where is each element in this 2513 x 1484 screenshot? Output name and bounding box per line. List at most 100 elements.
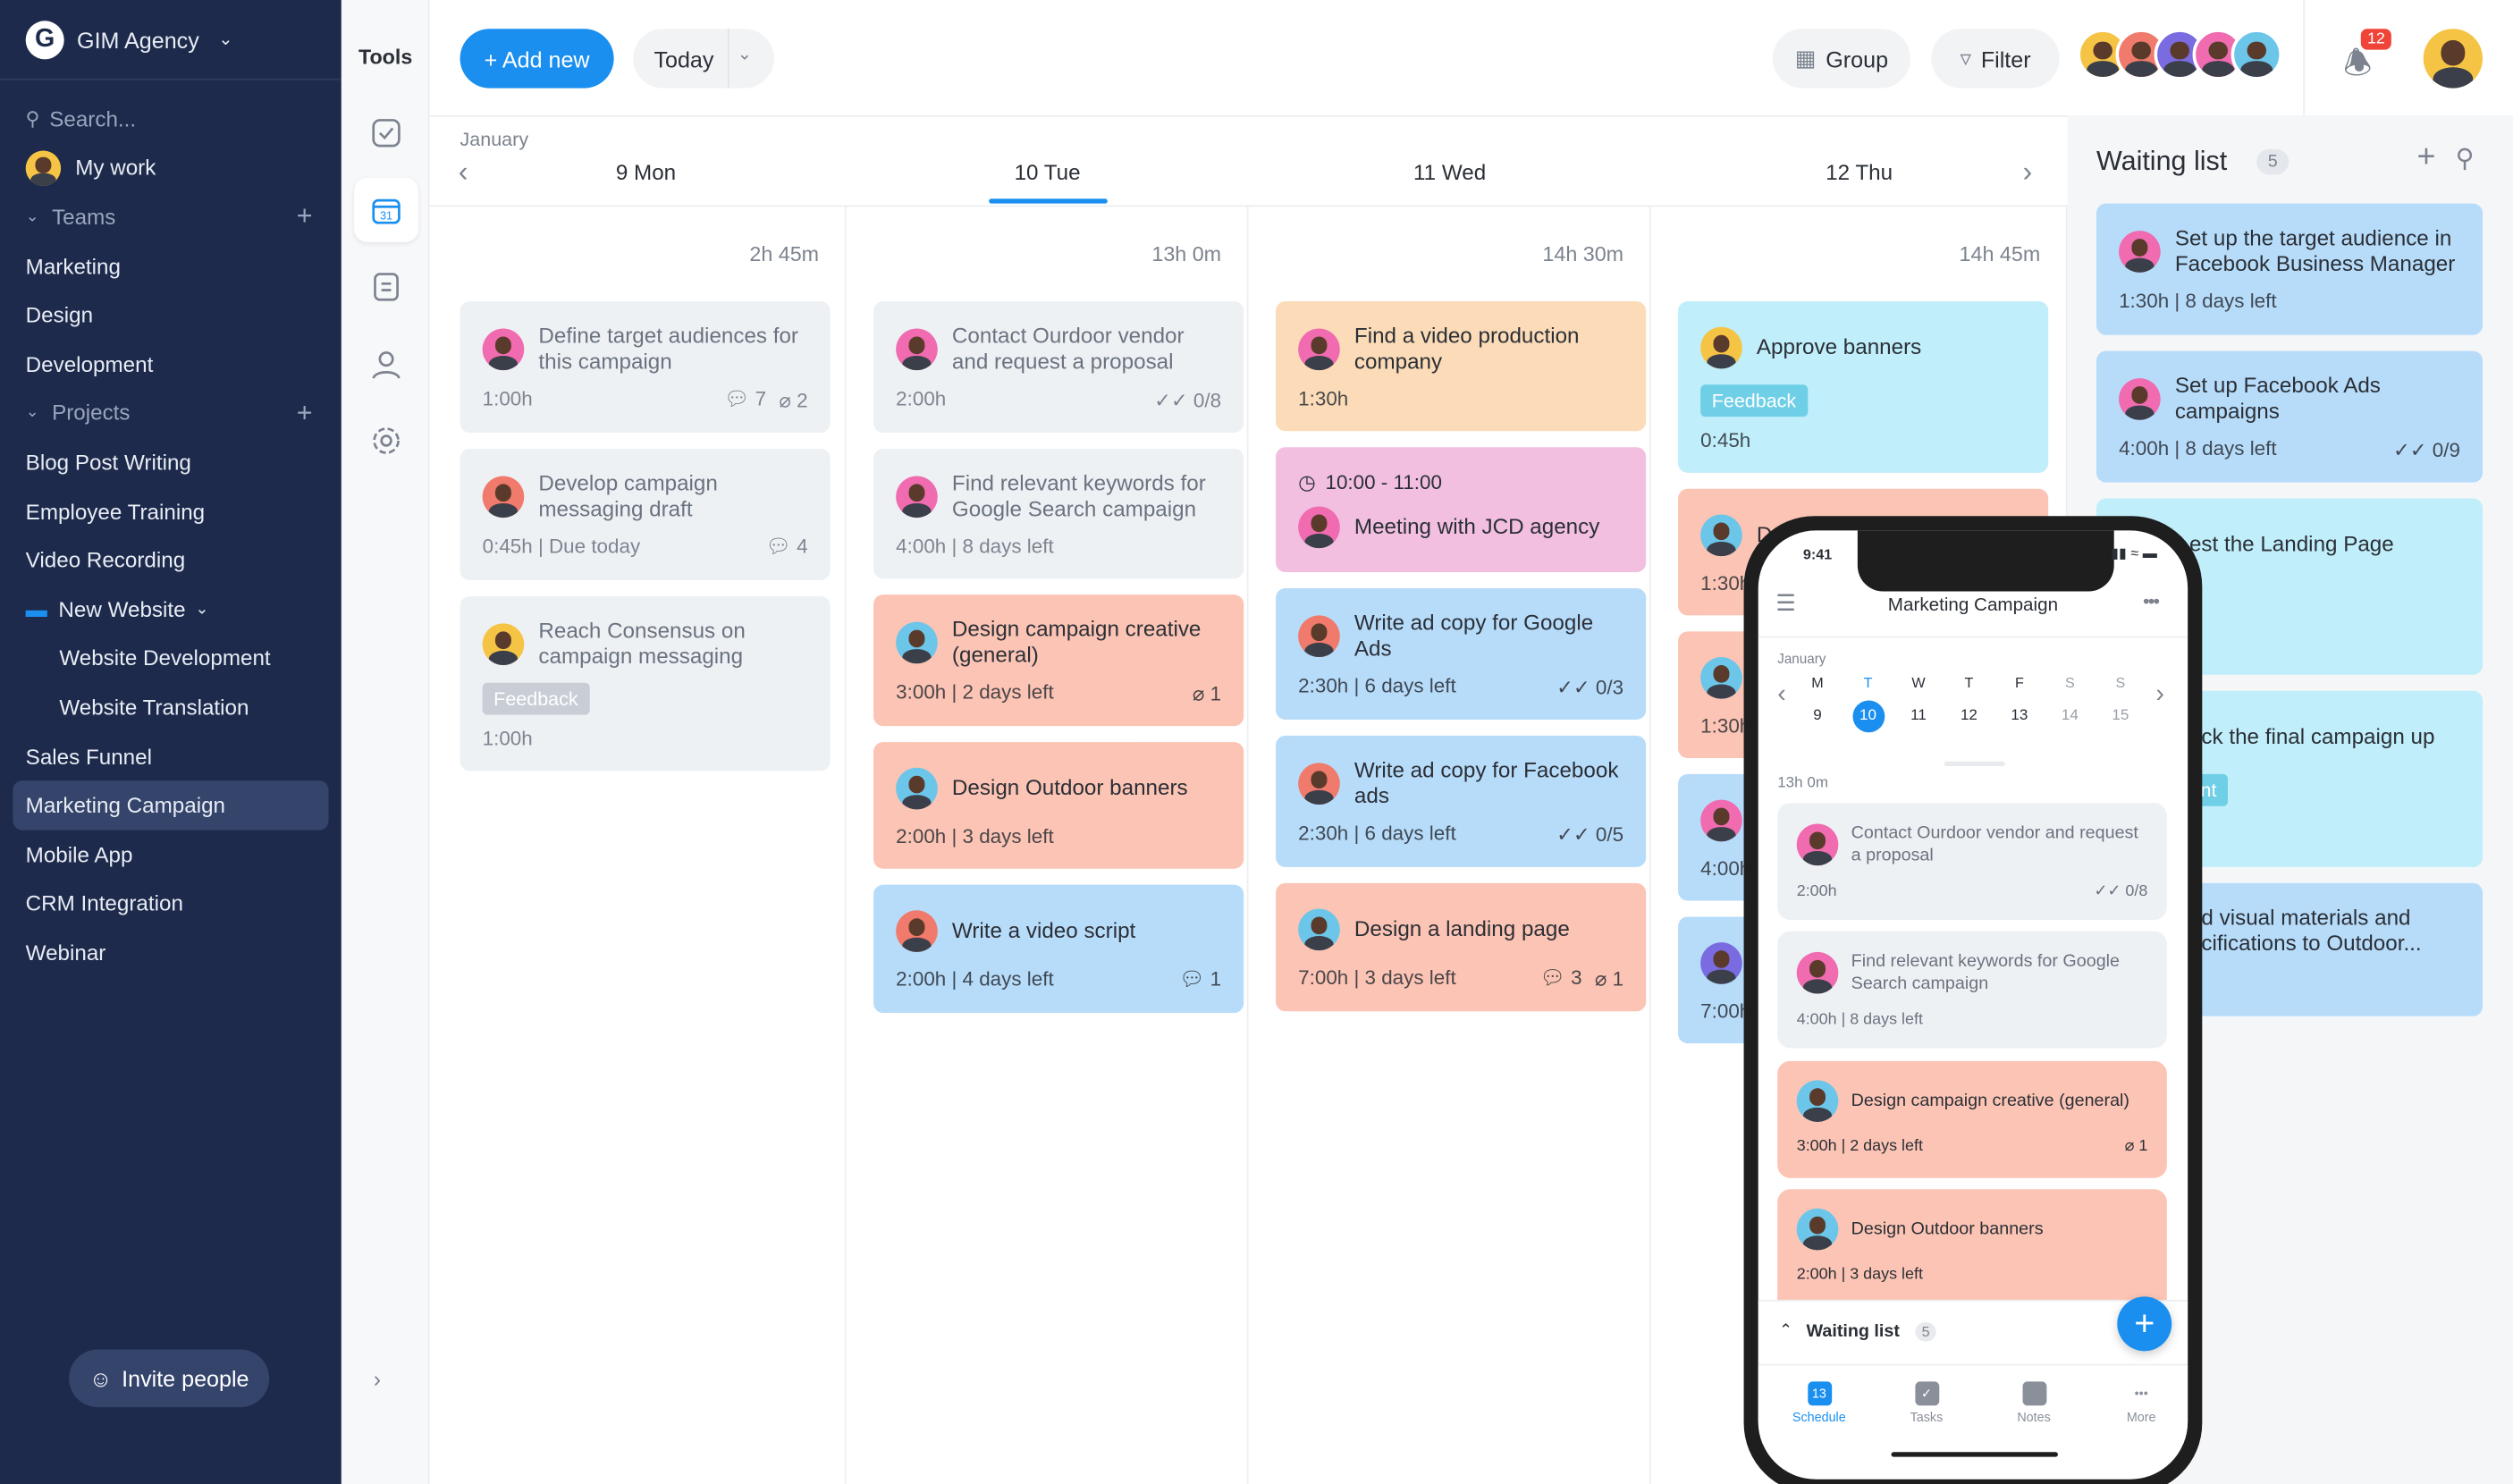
search-icon: ⚲ — [25, 107, 40, 131]
today-button[interactable]: Today ⌄ — [633, 29, 774, 89]
member-avatars[interactable] — [2077, 29, 2282, 80]
chevron-down-icon[interactable]: ⌄ — [738, 43, 753, 64]
sidebar-item-project[interactable]: Marketing Campaign — [13, 780, 329, 831]
task-card[interactable]: Design a landing page 7:00h | 3 days left… — [1276, 882, 1647, 1012]
tab-tasks[interactable]: ✓ Tasks — [1878, 1381, 1975, 1425]
card-meta: 2:00h ✓✓ 0/8 — [1797, 883, 2148, 901]
card-header: Contact Ourdoor vendor and request a pro… — [1796, 822, 2148, 867]
calendar-icon[interactable]: 31 — [354, 178, 418, 242]
day-header[interactable]: 11 Wed — [1413, 160, 1486, 184]
sidebar-item-project[interactable]: Video Recording — [0, 535, 342, 585]
chevron-down-icon[interactable]: ⌄ — [195, 601, 208, 619]
tab-label: Tasks — [1910, 1410, 1944, 1425]
tab-notes[interactable]: Notes — [1986, 1381, 2082, 1425]
task-card[interactable]: Set up Facebook Ads campaigns 4:00h | 8 d… — [2096, 350, 2483, 483]
card-meta: 2:00h | 3 days left — [1797, 1266, 2148, 1284]
sidebar-item-project[interactable]: Blog Post Writing — [0, 438, 342, 487]
day-header[interactable]: 10 Tue — [1015, 160, 1081, 184]
day-header[interactable]: 12 Thu — [1826, 160, 1893, 184]
task-card[interactable]: Design Outdoor banners 2:00h | 3 days lef… — [873, 742, 1244, 869]
prev-arrow-icon[interactable]: ‹ — [459, 156, 468, 190]
projects-section[interactable]: ⌄ Projects + — [0, 389, 342, 438]
sidebar-item-project[interactable]: CRM Integration — [0, 879, 342, 928]
prev-arrow-icon[interactable]: ‹ — [1777, 681, 1786, 710]
checklist-count: 0/5 — [1595, 823, 1624, 847]
card-time-due: 0:45h | Due today — [482, 535, 641, 558]
search-input[interactable]: ⚲ Search... — [0, 95, 342, 144]
day-header[interactable]: 9 Mon — [616, 160, 676, 184]
date-cell[interactable]: 11 — [1902, 700, 1935, 732]
phone-task-card[interactable]: Find relevant keywords for Google Search… — [1777, 931, 2167, 1049]
task-card[interactable]: Write a video script 2:00h | 4 days left 💬… — [873, 884, 1244, 1014]
task-card[interactable]: Design campaign creative (general) 3:00h … — [873, 594, 1244, 727]
task-card[interactable]: Find a video production company 1:30h — [1276, 301, 1647, 432]
add-icon[interactable]: + — [2417, 139, 2436, 176]
sidebar-item-team[interactable]: Design — [0, 291, 342, 340]
sidebar-item-team[interactable]: Development — [0, 340, 342, 389]
date-cell[interactable]: 10 — [1851, 700, 1885, 733]
add-project-icon[interactable]: + — [297, 397, 313, 429]
sidebar-item-project[interactable]: Website Translation — [0, 683, 342, 732]
card-time-due: 2:00h | 4 days left — [896, 967, 1054, 991]
phone-add-button[interactable]: + — [2117, 1296, 2172, 1352]
task-card[interactable]: Write ad copy for Google Ads 2:30h | 6 da… — [1276, 587, 1647, 720]
more-icon[interactable]: ••• — [2143, 590, 2160, 612]
add-team-icon[interactable]: + — [297, 201, 313, 233]
task-card[interactable]: Reach Consensus on campaign messaging Fee… — [460, 595, 831, 772]
task-card[interactable]: Contact Ourdoor vendor and request a pro… — [873, 301, 1244, 434]
sidebar-item-project[interactable]: Sales Funnel — [0, 732, 342, 781]
day-duration: 13h 0m — [1151, 241, 1222, 266]
chevron-down-icon[interactable]: ⌄ — [26, 404, 39, 422]
sidebar-folder[interactable]: ▬ New Website ⌄ — [0, 585, 342, 634]
teams-section[interactable]: ⌄ Teams + — [0, 192, 342, 241]
date-cell[interactable]: 12 — [1953, 700, 1986, 732]
expand-chevron-icon[interactable]: › — [374, 1365, 381, 1391]
task-card[interactable]: Find relevant keywords for Google Search… — [873, 448, 1244, 579]
notes-icon[interactable] — [354, 255, 418, 319]
phone-task-card[interactable]: Contact Ourdoor vendor and request a pro… — [1777, 803, 2167, 921]
task-card[interactable]: Set up the target audience in Facebook B… — [2096, 203, 2483, 335]
sidebar-item-project[interactable]: Mobile App — [0, 831, 342, 880]
date-cell[interactable]: 9 — [1801, 700, 1834, 732]
search-icon[interactable]: ⚲ — [2456, 143, 2475, 175]
next-arrow-icon[interactable]: › — [2023, 156, 2033, 190]
user-avatar[interactable] — [2423, 29, 2483, 89]
chevron-down-icon[interactable]: ⌄ — [26, 208, 39, 226]
chevron-up-icon[interactable]: ⌃ — [1779, 1322, 1792, 1340]
date-cell[interactable]: 15 — [2104, 700, 2137, 732]
task-card[interactable]: Write ad copy for Facebook ads 2:30h | 6 … — [1276, 735, 1647, 867]
settings-icon[interactable] — [354, 409, 418, 473]
comment-icon: 💬︎ — [1178, 967, 1210, 991]
task-card[interactable]: ◷ 10:00 - 11:00 Meeting with JCD agency — [1276, 447, 1647, 573]
workspace-switcher[interactable]: G GIM Agency ⌄ — [0, 0, 342, 80]
card-header: Design campaign creative (general) — [1796, 1080, 2148, 1122]
phone-task-card[interactable]: Design Outdoor banners 2:00h | 3 days lef… — [1777, 1189, 2167, 1318]
more-icon: ••• — [2134, 1386, 2148, 1401]
notification-badge: 12 — [2360, 29, 2392, 50]
next-arrow-icon[interactable]: › — [2155, 681, 2164, 710]
filter-button[interactable]: ▿ Filter — [1931, 29, 2060, 89]
card-meta: 7:00h | 3 days left 💬︎ 3 ⌀ 1 — [1298, 966, 1623, 991]
date-cell[interactable]: 13 — [2003, 700, 2036, 732]
task-card[interactable]: Define target audiences for this campaig… — [460, 301, 831, 434]
phone-task-card[interactable]: Design campaign creative (general) 3:00h … — [1777, 1060, 2167, 1178]
add-new-button[interactable]: + Add new — [460, 29, 614, 89]
teams-section-label: Teams — [52, 205, 116, 230]
sidebar-item-team[interactable]: Marketing — [0, 241, 342, 291]
date-cell[interactable]: 14 — [2053, 700, 2086, 732]
task-card[interactable]: Develop campaign messaging draft 0:45h | … — [460, 448, 831, 580]
phone-waiting-label[interactable]: Waiting list — [1806, 1322, 1899, 1342]
tab-more[interactable]: ••• More — [2093, 1381, 2188, 1425]
checkbox-icon[interactable] — [354, 101, 418, 165]
card-meta: 1:00h — [483, 728, 808, 750]
task-card[interactable]: Approve banners Feedback 0:45h — [1678, 301, 2049, 473]
card-time-due: 7:00h | 3 days left — [1298, 966, 1456, 990]
user-icon[interactable] — [354, 332, 418, 396]
invite-people-button[interactable]: ☺ Invite people — [69, 1349, 270, 1408]
group-button[interactable]: ▦ Group — [1772, 29, 1911, 89]
sidebar-item-project[interactable]: Website Development — [0, 634, 342, 683]
sidebar-item-project[interactable]: Employee Training — [0, 487, 342, 536]
sidebar-item-my-work[interactable]: My work — [0, 144, 342, 193]
sidebar-item-project[interactable]: Webinar — [0, 928, 342, 977]
tab-schedule[interactable]: 13 Schedule — [1771, 1381, 1868, 1425]
